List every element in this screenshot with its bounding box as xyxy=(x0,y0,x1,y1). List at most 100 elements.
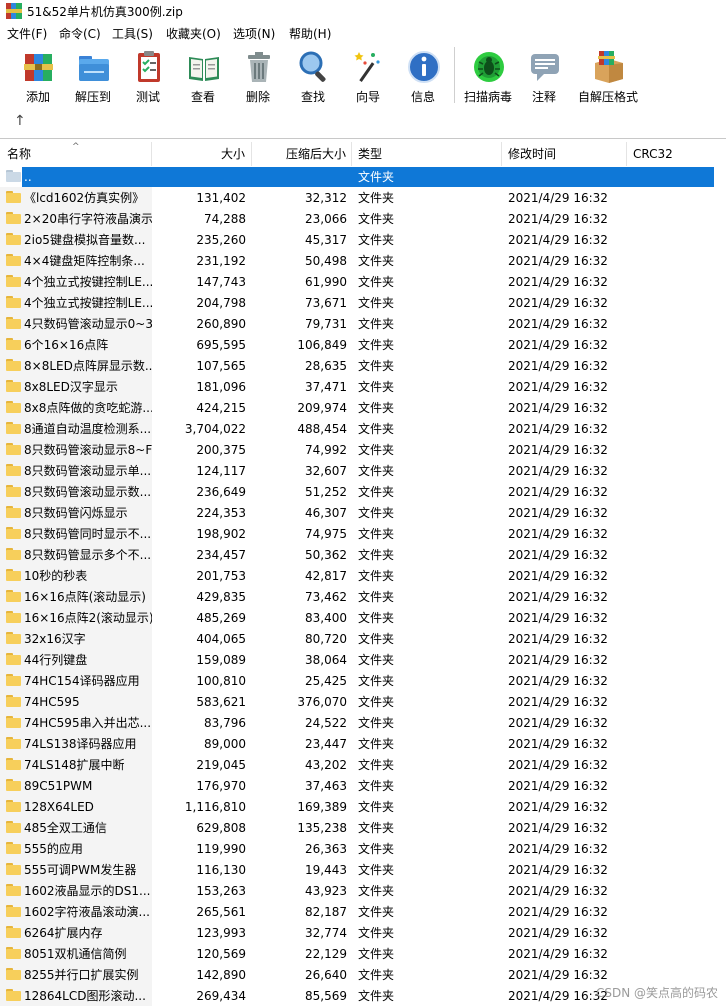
folder-icon xyxy=(6,338,21,350)
folder-icon xyxy=(6,947,21,959)
table-row[interactable]: 128X64LED 1,116,810 169,389 文件夹 2021/4/29 16… xyxy=(0,796,726,817)
table-row[interactable]: 4只数码管滚动显示0~3 260,890 79,731 文件夹 2021/4/29 16… xyxy=(0,313,726,334)
row-modified: 2021/4/29 16:32 xyxy=(508,653,608,667)
folder-icon xyxy=(6,905,21,917)
column-size[interactable]: 大小 xyxy=(152,142,252,166)
row-name: 12864LCD图形滚动... xyxy=(24,989,146,1003)
folder-icon xyxy=(6,443,21,455)
table-row[interactable]: 8通道自动温度检测系... 3,704,022 488,454 文件夹 2021/4/2… xyxy=(0,418,726,439)
table-row[interactable]: 8只数码管显示多个不... 234,457 50,362 文件夹 2021/4/29 1… xyxy=(0,544,726,565)
row-packed: 19,443 xyxy=(305,863,347,877)
row-size: 198,902 xyxy=(196,527,246,541)
menu-command[interactable]: 命令(C) xyxy=(59,25,101,42)
table-row[interactable]: 8051双机通信简例 120,569 22,129 文件夹 2021/4/29 16:3… xyxy=(0,943,726,964)
table-row[interactable]: 8只数码管闪烁显示 224,353 46,307 文件夹 2021/4/29 16:32 xyxy=(0,502,726,523)
table-row[interactable]: 74HC595 583,621 376,070 文件夹 2021/4/29 16:32 xyxy=(0,691,726,712)
delete-button[interactable]: 删除 xyxy=(233,47,283,105)
menu-help[interactable]: 帮助(H) xyxy=(289,25,331,42)
table-row[interactable]: 8只数码管滚动显示数... 236,649 51,252 文件夹 2021/4/29 1… xyxy=(0,481,726,502)
table-row[interactable]: 89C51PWM 176,970 37,463 文件夹 2021/4/29 16:32 xyxy=(0,775,726,796)
row-packed: 169,389 xyxy=(297,800,347,814)
scan-virus-button[interactable]: 扫描病毒 xyxy=(463,47,513,105)
row-modified: 2021/4/29 16:32 xyxy=(508,380,608,394)
row-modified: 2021/4/29 16:32 xyxy=(508,191,608,205)
menu-file[interactable]: 文件(F) xyxy=(7,25,47,42)
table-row[interactable]: 8×8LED点阵屏显示数... 107,565 28,635 文件夹 2021/4/29… xyxy=(0,355,726,376)
table-row[interactable]: 8只数码管滚动显示8~F 200,375 74,992 文件夹 2021/4/29 16… xyxy=(0,439,726,460)
folder-icon xyxy=(6,632,21,644)
table-row[interactable]: 74HC154译码器应用 100,810 25,425 文件夹 2021/4/29 16… xyxy=(0,670,726,691)
row-modified: 2021/4/29 16:32 xyxy=(508,905,608,919)
column-type[interactable]: 类型 xyxy=(352,142,502,166)
table-row[interactable]: 8x8点阵做的贪吃蛇游... 424,215 209,974 文件夹 2021/4/29… xyxy=(0,397,726,418)
row-name: 89C51PWM xyxy=(24,779,93,793)
table-row[interactable]: 10秒的秒表 201,753 42,817 文件夹 2021/4/29 16:32 xyxy=(0,565,726,586)
row-name: 8×8LED点阵屏显示数... xyxy=(24,359,152,373)
table-row[interactable]: 555可调PWM发生器 116,130 19,443 文件夹 2021/4/29 16:… xyxy=(0,859,726,880)
row-name: 32x16汉字 xyxy=(24,632,86,646)
table-row[interactable]: 74LS148扩展中断 219,045 43,202 文件夹 2021/4/29 16:… xyxy=(0,754,726,775)
row-size: 147,743 xyxy=(196,275,246,289)
table-row[interactable]: 44行列键盘 159,089 38,064 文件夹 2021/4/29 16:32 xyxy=(0,649,726,670)
row-modified: 2021/4/29 16:32 xyxy=(508,947,608,961)
row-modified: 2021/4/29 16:32 xyxy=(508,926,608,940)
menu-favorites[interactable]: 收藏夹(O) xyxy=(166,25,221,42)
sfx-button[interactable]: 自解压格式 xyxy=(578,47,638,105)
table-row[interactable]: 6个16×16点阵 695,595 106,849 文件夹 2021/4/29 16:3… xyxy=(0,334,726,355)
table-row[interactable]: 74HC595串入并出芯... 83,796 24,522 文件夹 2021/4/29 … xyxy=(0,712,726,733)
row-modified: 2021/4/29 16:32 xyxy=(508,254,608,268)
find-button[interactable]: 查找 xyxy=(288,47,338,105)
up-folder-icon[interactable]: ↑ xyxy=(14,113,26,129)
watermark: CSDN @笑点高的码农 xyxy=(595,986,718,1000)
table-row[interactable]: 4×4键盘矩阵控制条... 231,192 50,498 文件夹 2021/4/29 1… xyxy=(0,250,726,271)
table-row[interactable]: 1602字符液晶滚动演... 265,561 82,187 文件夹 2021/4/29 … xyxy=(0,901,726,922)
table-row[interactable]: 6264扩展内存 123,993 32,774 文件夹 2021/4/29 16:32 xyxy=(0,922,726,943)
wizard-button[interactable]: 向导 xyxy=(343,47,393,105)
table-row[interactable]: 4个独立式按键控制LE... 204,798 73,671 文件夹 2021/4/29 … xyxy=(0,292,726,313)
column-packed[interactable]: 压缩后大小 xyxy=(252,142,352,166)
parent-folder-row[interactable]: .. 文件夹 xyxy=(0,166,726,187)
info-button[interactable]: 信息 xyxy=(398,47,448,105)
row-packed: 32,774 xyxy=(305,926,347,940)
table-row[interactable]: 2×20串行字符液晶演示 74,288 23,066 文件夹 2021/4/29 16:… xyxy=(0,208,726,229)
table-row[interactable]: 1602液晶显示的DS1... 153,263 43,923 文件夹 2021/4/29… xyxy=(0,880,726,901)
table-row[interactable]: 8255并行口扩展实例 142,890 26,640 文件夹 2021/4/29 16:… xyxy=(0,964,726,985)
table-row[interactable]: 《lcd1602仿真实例》 131,402 32,312 文件夹 2021/4/29 1… xyxy=(0,187,726,208)
row-type: 文件夹 xyxy=(358,989,395,1003)
column-modified[interactable]: 修改时间 xyxy=(502,142,627,166)
menu-options[interactable]: 选项(N) xyxy=(233,25,275,42)
table-row[interactable]: 555的应用 119,990 26,363 文件夹 2021/4/29 16:32 xyxy=(0,838,726,859)
menu-tools[interactable]: 工具(S) xyxy=(112,25,153,42)
row-size: 583,621 xyxy=(196,695,246,709)
row-type: 文件夹 xyxy=(358,737,395,751)
add-button[interactable]: 添加 xyxy=(13,47,63,105)
folder-icon xyxy=(6,884,21,896)
row-name: 2×20串行字符液晶演示 xyxy=(24,212,152,226)
table-row[interactable]: 16×16点阵2(滚动显示) 485,269 83,400 文件夹 2021/4/29 … xyxy=(0,607,726,628)
row-packed: 26,640 xyxy=(305,968,347,982)
table-row[interactable]: 2io5键盘模拟音量数... 235,260 45,317 文件夹 2021/4/29 … xyxy=(0,229,726,250)
table-row[interactable]: 74LS138译码器应用 89,000 23,447 文件夹 2021/4/29 16:… xyxy=(0,733,726,754)
table-row[interactable]: 4个独立式按键控制LE... 147,743 61,990 文件夹 2021/4/29 … xyxy=(0,271,726,292)
row-packed: 79,731 xyxy=(305,317,347,331)
table-row[interactable]: 8只数码管同时显示不... 198,902 74,975 文件夹 2021/4/29 1… xyxy=(0,523,726,544)
table-row[interactable]: 8只数码管滚动显示单... 124,117 32,607 文件夹 2021/4/29 1… xyxy=(0,460,726,481)
row-modified: 2021/4/29 16:32 xyxy=(508,716,608,730)
view-button[interactable]: 查看 xyxy=(178,47,228,105)
row-size: 429,835 xyxy=(196,590,246,604)
column-crc32[interactable]: CRC32 xyxy=(627,142,726,166)
row-modified: 2021/4/29 16:32 xyxy=(508,338,608,352)
row-name: 1602字符液晶滚动演... xyxy=(24,905,150,919)
table-row[interactable]: 32x16汉字 404,065 80,720 文件夹 2021/4/29 16:32 xyxy=(0,628,726,649)
folder-icon xyxy=(6,674,21,686)
extract-to-button[interactable]: 解压到 xyxy=(68,47,118,105)
test-button[interactable]: 测试 xyxy=(123,47,173,105)
table-row[interactable]: 16×16点阵(滚动显示) 429,835 73,462 文件夹 2021/4/29 1… xyxy=(0,586,726,607)
column-name[interactable]: 名称 ^ xyxy=(0,142,152,166)
table-row[interactable]: 485全双工通信 629,808 135,238 文件夹 2021/4/29 16:32 xyxy=(0,817,726,838)
row-size: 116,130 xyxy=(196,863,246,877)
folder-icon xyxy=(6,359,21,371)
row-modified: 2021/4/29 16:32 xyxy=(508,443,608,457)
table-row[interactable]: 8x8LED汉字显示 181,096 37,471 文件夹 2021/4/29 16:3… xyxy=(0,376,726,397)
comment-button[interactable]: 注释 xyxy=(519,47,569,105)
